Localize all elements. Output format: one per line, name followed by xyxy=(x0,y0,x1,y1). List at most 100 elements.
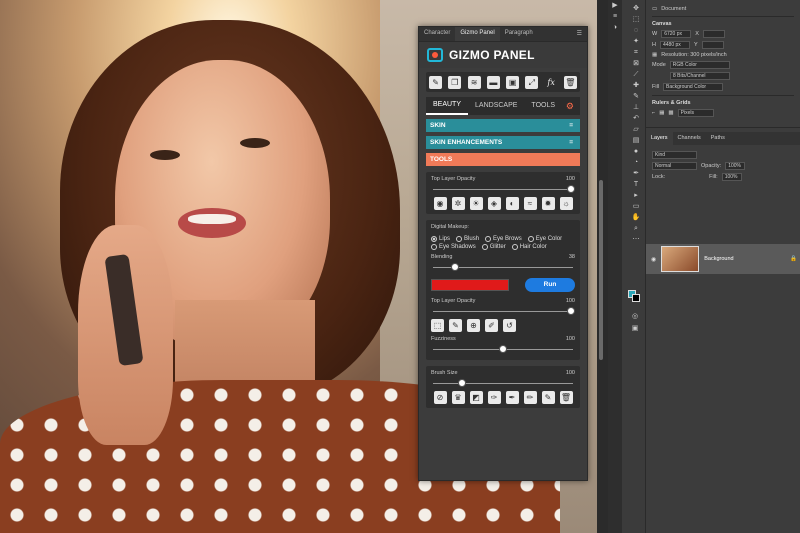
orientation-icon[interactable]: ▦ xyxy=(652,52,657,58)
gradient-tool-icon[interactable]: ▤ xyxy=(631,137,641,145)
pencil-icon[interactable]: ✎ xyxy=(429,75,443,89)
edit-icon[interactable]: ✐ xyxy=(485,319,498,332)
expand-icon[interactable]: ⤢ xyxy=(525,75,539,89)
brush-size-slider-thumb[interactable] xyxy=(458,379,467,387)
bits-select[interactable]: 8 Bits/Channel xyxy=(670,72,730,80)
brush-hard-icon[interactable]: ✒ xyxy=(505,391,519,404)
tab-character[interactable]: Character xyxy=(419,27,455,41)
grid-icon[interactable]: ▦ xyxy=(659,110,664,116)
fuzziness-slider-thumb[interactable] xyxy=(499,345,507,353)
layer-opacity-field[interactable]: 100% xyxy=(725,162,746,170)
tab-beauty[interactable]: BEAUTY xyxy=(426,97,469,115)
ruler-icon[interactable]: ⌐ xyxy=(652,110,655,116)
rulers-section-title[interactable]: Rulers & Grids xyxy=(652,100,794,106)
width-field[interactable]: 6720 px xyxy=(661,30,692,38)
play-icon[interactable]: ▶ xyxy=(610,2,620,10)
folder-icon[interactable]: ▬ xyxy=(486,75,500,89)
quick-mask-icon[interactable]: ◎ xyxy=(630,313,640,321)
tab-channels[interactable]: Channels xyxy=(673,132,706,145)
brush-size-slider[interactable] xyxy=(431,378,575,388)
y-field[interactable] xyxy=(701,41,724,49)
shape-tool-icon[interactable]: ▭ xyxy=(631,203,641,211)
makeup-option-blush[interactable]: Blush xyxy=(456,236,479,242)
sun-icon[interactable]: ☀ xyxy=(469,197,483,210)
healing-brush-icon[interactable]: ✚ xyxy=(631,82,641,90)
crown-icon[interactable]: ♛ xyxy=(451,391,465,404)
sparkle-icon[interactable]: ✹ xyxy=(541,197,555,210)
type-tool-icon[interactable]: T xyxy=(631,181,641,189)
layers-icon[interactable]: ≋ xyxy=(467,75,481,89)
blending-slider-thumb[interactable] xyxy=(451,263,460,271)
tab-layers[interactable]: Layers xyxy=(646,132,673,145)
guides-icon[interactable]: ▩ xyxy=(668,110,673,116)
height-field[interactable]: 4480 px xyxy=(659,41,690,49)
stamp-tool-icon[interactable]: ⊥ xyxy=(631,104,641,112)
trash-icon[interactable]: 🗑 xyxy=(563,75,577,89)
zoom-tool-icon[interactable]: ⌕ xyxy=(631,225,641,233)
mode-select[interactable]: RGB Color xyxy=(669,61,730,69)
pen-tool-icon[interactable]: ✒ xyxy=(631,170,641,178)
opacity-slider-thumb[interactable] xyxy=(567,185,575,193)
background-color[interactable] xyxy=(632,294,640,302)
makeup-option-hair-color[interactable]: Hair Color xyxy=(511,244,547,250)
makeup-option-glitter[interactable]: Glitter xyxy=(481,244,506,250)
history-brush-icon[interactable]: ↶ xyxy=(631,115,641,123)
layer-row-background[interactable]: ◉ Background 🔒 xyxy=(646,244,800,274)
brush-small-icon[interactable]: ✏ xyxy=(523,391,537,404)
new-doc-icon[interactable]: ▣ xyxy=(506,75,520,89)
gear-icon[interactable]: ⚙ xyxy=(566,101,574,112)
x-field[interactable] xyxy=(702,30,725,38)
crop-tool-icon[interactable]: ⌗ xyxy=(631,49,641,57)
section-skin-toggle[interactable]: = xyxy=(569,119,573,132)
layer-fill-field[interactable]: 100% xyxy=(721,173,742,181)
fx-icon[interactable]: fx xyxy=(545,76,558,89)
marquee-tool-icon[interactable]: ⬚ xyxy=(631,16,641,24)
brush-icon[interactable]: ✎ xyxy=(449,319,462,332)
section-tools[interactable]: TOOLS xyxy=(426,153,580,166)
brightness-icon[interactable]: ☼ xyxy=(559,197,573,210)
canvas-scrollbar[interactable] xyxy=(599,180,603,360)
tab-paths[interactable]: Paths xyxy=(706,132,730,145)
makeup-opacity-slider-thumb[interactable] xyxy=(567,307,575,315)
hide-icon[interactable]: ⊘ xyxy=(433,391,447,404)
makeup-option-lips[interactable]: Lips xyxy=(431,236,450,242)
makeup-option-eye-shadows[interactable]: Eye Shadows xyxy=(431,244,476,250)
adjust-icon[interactable]: ◑ xyxy=(610,24,620,32)
makeup-option-eye-color[interactable]: Eye Color xyxy=(527,236,562,242)
frame-icon[interactable]: ◩ xyxy=(469,391,483,404)
eye-icon[interactable]: ◉ xyxy=(433,197,447,210)
path-select-icon[interactable]: ▸ xyxy=(631,192,641,200)
move-tool-icon[interactable]: ✥ xyxy=(631,5,641,13)
section-skin-enhancements-toggle[interactable]: = xyxy=(569,136,573,149)
blending-slider[interactable] xyxy=(431,262,575,272)
tab-tools[interactable]: TOOLS xyxy=(524,97,562,115)
layer-kind-filter[interactable]: Kind xyxy=(652,151,697,159)
makeup-option-eye-brows[interactable]: Eye Brows xyxy=(485,236,522,242)
tab-paragraph[interactable]: Paragraph xyxy=(500,27,538,41)
section-skin[interactable]: SKIN = xyxy=(426,119,580,132)
history-icon[interactable]: ≡ xyxy=(610,13,620,21)
circle-gear-icon[interactable]: ✲ xyxy=(451,197,465,210)
fill-select[interactable]: Background Color xyxy=(663,83,724,91)
blend-mode-select[interactable]: Normal xyxy=(652,162,697,170)
quick-select-icon[interactable]: ✦ xyxy=(631,38,641,46)
lasso-tool-icon[interactable]: ◌ xyxy=(631,27,641,35)
eye-detail-icon[interactable]: ◈ xyxy=(487,197,501,210)
run-button[interactable]: Run xyxy=(525,278,575,292)
delete-icon[interactable]: 🗑 xyxy=(559,391,573,404)
panel-menu-icon[interactable]: ☰ xyxy=(572,27,587,41)
brush-soft-icon[interactable]: ✑ xyxy=(487,391,501,404)
hand-tool-icon[interactable]: ✋ xyxy=(631,214,641,222)
frame-tool-icon[interactable]: ⊠ xyxy=(631,60,641,68)
dodge-tool-icon[interactable]: ◔ xyxy=(631,159,641,167)
layer-visibility-icon[interactable]: ◉ xyxy=(651,256,656,263)
section-skin-enhancements[interactable]: SKIN ENHANCEMENTS = xyxy=(426,136,580,149)
fuzziness-slider[interactable] xyxy=(431,344,575,354)
screen-mode-icon[interactable]: ▣ xyxy=(630,325,640,333)
hair-icon[interactable]: ◐ xyxy=(505,197,519,210)
color-swatches[interactable] xyxy=(628,290,642,304)
makeup-color-swatch[interactable] xyxy=(431,279,509,291)
brush-large-icon[interactable]: ✎ xyxy=(541,391,555,404)
reset-icon[interactable]: ↺ xyxy=(503,319,516,332)
eraser-tool-icon[interactable]: ▱ xyxy=(631,126,641,134)
